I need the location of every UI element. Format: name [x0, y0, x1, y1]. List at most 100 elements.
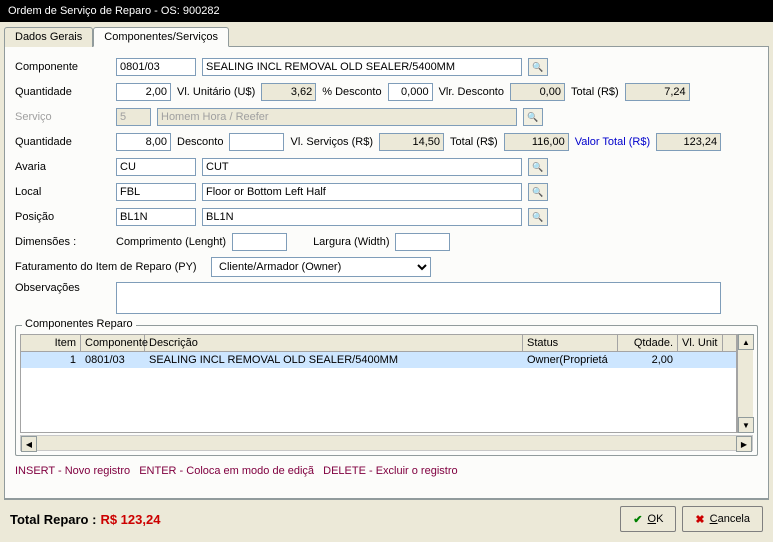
scroll-down-icon[interactable]: ▼ [738, 417, 754, 433]
tab-dados-gerais[interactable]: Dados Gerais [4, 27, 93, 47]
close-icon: ✖ [695, 513, 704, 526]
input-servico-desc [157, 108, 517, 126]
row-componente: Componente 🔍 [15, 57, 758, 77]
textarea-observacoes[interactable] [116, 282, 721, 314]
group-componentes-reparo: Componentes Reparo Item Componente Descr… [15, 325, 758, 456]
total-value: R$ 123,24 [100, 512, 160, 527]
input-vlr-desconto [510, 83, 565, 101]
cancel-button[interactable]: ✖ Cancela [682, 506, 763, 532]
cell-descricao: SEALING INCL REMOVAL OLD SEALER/5400MM [145, 352, 523, 368]
grid-header: Item Componente Descrição Status Qtdade.… [21, 335, 736, 352]
grid-body: 1 0801/03 SEALING INCL REMOVAL OLD SEALE… [21, 352, 736, 432]
col-componente[interactable]: Componente [81, 335, 145, 351]
scroll-right-icon[interactable]: ▶ [736, 436, 752, 452]
label-desconto2: Desconto [177, 136, 223, 148]
scrollbar-vertical[interactable]: ▲ ▼ [737, 334, 753, 433]
label-pct-desconto: % Desconto [322, 86, 381, 98]
col-item[interactable]: Item [21, 335, 81, 351]
input-local-desc[interactable] [202, 183, 522, 201]
label-vl-unitario: Vl. Unitário (U$) [177, 86, 255, 98]
titlebar[interactable]: Ordem de Serviço de Reparo - OS: 900282 [0, 0, 773, 22]
input-quantidade1[interactable] [116, 83, 171, 101]
input-local-code[interactable] [116, 183, 196, 201]
label-avaria: Avaria [15, 161, 110, 173]
label-local: Local [15, 186, 110, 198]
input-servico-code [116, 108, 151, 126]
label-faturamento: Faturamento do Item de Reparo (PY) [15, 261, 205, 273]
input-componente-code[interactable] [116, 58, 196, 76]
cell-vl-unit [678, 352, 723, 368]
input-comprimento[interactable] [232, 233, 287, 251]
lookup-local-icon[interactable]: 🔍 [528, 183, 548, 201]
cell-status: Owner(Proprietá [523, 352, 618, 368]
cell-item: 1 [21, 352, 81, 368]
ok-button[interactable]: ✔ OK [620, 506, 676, 532]
label-dimensoes: Dimensões : [15, 236, 110, 248]
col-descricao[interactable]: Descrição [145, 335, 523, 351]
label-vlr-desconto: Vlr. Desconto [439, 86, 504, 98]
col-qtdade[interactable]: Qtdade. [618, 335, 678, 351]
window: Ordem de Serviço de Reparo - OS: 900282 … [0, 0, 773, 542]
label-posicao: Posição [15, 211, 110, 223]
row-quantidade1: Quantidade Vl. Unitário (U$) % Desconto … [15, 82, 758, 102]
input-avaria-code[interactable] [116, 158, 196, 176]
input-vl-servicos [379, 133, 444, 151]
check-icon: ✔ [633, 513, 642, 526]
label-vl-servicos: Vl. Serviços (R$) [290, 136, 373, 148]
scrollbar-horizontal[interactable]: ◀ ▶ [20, 435, 753, 451]
row-local: Local 🔍 [15, 182, 758, 202]
cell-componente: 0801/03 [81, 352, 145, 368]
input-total-rs1 [625, 83, 690, 101]
label-quantidade2: Quantidade [15, 136, 110, 148]
row-servico: Serviço 🔍 [15, 107, 758, 127]
label-quantidade1: Quantidade [15, 86, 110, 98]
scroll-left-icon[interactable]: ◀ [21, 436, 37, 452]
label-valor-total: Valor Total (R$) [575, 136, 650, 148]
col-vl-unit[interactable]: Vl. Unit [678, 335, 723, 351]
client-area: Dados Gerais Componentes/Serviços Compon… [0, 22, 773, 542]
row-posicao: Posição 🔍 [15, 207, 758, 227]
cancel-label: ancela [718, 513, 750, 525]
label-servico: Serviço [15, 111, 110, 123]
input-pct-desconto[interactable] [388, 83, 433, 101]
input-avaria-desc[interactable] [202, 158, 522, 176]
combo-faturamento[interactable]: Cliente/Armador (Owner) [211, 257, 431, 277]
row-quantidade2: Quantidade Desconto Vl. Serviços (R$) To… [15, 132, 758, 152]
ok-label: K [656, 513, 663, 525]
label-componente: Componente [15, 61, 110, 73]
lookup-componente-icon[interactable]: 🔍 [528, 58, 548, 76]
row-observacoes: Observações [15, 282, 758, 314]
input-quantidade2[interactable] [116, 133, 171, 151]
cell-qtdade: 2,00 [618, 352, 678, 368]
lookup-posicao-icon[interactable]: 🔍 [528, 208, 548, 226]
window-title: Ordem de Serviço de Reparo - OS: 900282 [8, 5, 220, 17]
label-observacoes: Observações [15, 282, 110, 294]
row-faturamento: Faturamento do Item de Reparo (PY) Clien… [15, 257, 758, 277]
tab-body: Componente 🔍 Quantidade Vl. Unitário (U$… [4, 47, 769, 499]
hint-bar: INSERT - Novo registro ENTER - Coloca em… [15, 461, 758, 481]
grid[interactable]: Item Componente Descrição Status Qtdade.… [20, 334, 737, 433]
lookup-avaria-icon[interactable]: 🔍 [528, 158, 548, 176]
row-avaria: Avaria 🔍 [15, 157, 758, 177]
input-total-rs2 [504, 133, 569, 151]
label-comprimento: Comprimento (Lenght) [116, 236, 226, 248]
hint-enter: ENTER - Coloca em modo de ediçã [139, 465, 314, 477]
label-total-rs2: Total (R$) [450, 136, 498, 148]
footer: Total Reparo : R$ 123,24 ✔ OK ✖ Cancela [4, 499, 769, 538]
col-status[interactable]: Status [523, 335, 618, 351]
label-largura: Largura (Width) [313, 236, 389, 248]
tab-strip: Dados Gerais Componentes/Serviços [4, 26, 769, 47]
input-desconto2[interactable] [229, 133, 284, 151]
table-row[interactable]: 1 0801/03 SEALING INCL REMOVAL OLD SEALE… [21, 352, 736, 368]
input-posicao-code[interactable] [116, 208, 196, 226]
input-valor-total [656, 133, 721, 151]
scroll-up-icon[interactable]: ▲ [738, 334, 754, 350]
input-posicao-desc[interactable] [202, 208, 522, 226]
input-componente-desc[interactable] [202, 58, 522, 76]
legend-componentes-reparo: Componentes Reparo [22, 318, 136, 330]
hint-delete: DELETE - Excluir o registro [323, 465, 457, 477]
tab-componentes-servicos[interactable]: Componentes/Serviços [93, 27, 229, 47]
lookup-servico-icon: 🔍 [523, 108, 543, 126]
input-largura[interactable] [395, 233, 450, 251]
row-dimensoes: Dimensões : Comprimento (Lenght) Largura… [15, 232, 758, 252]
